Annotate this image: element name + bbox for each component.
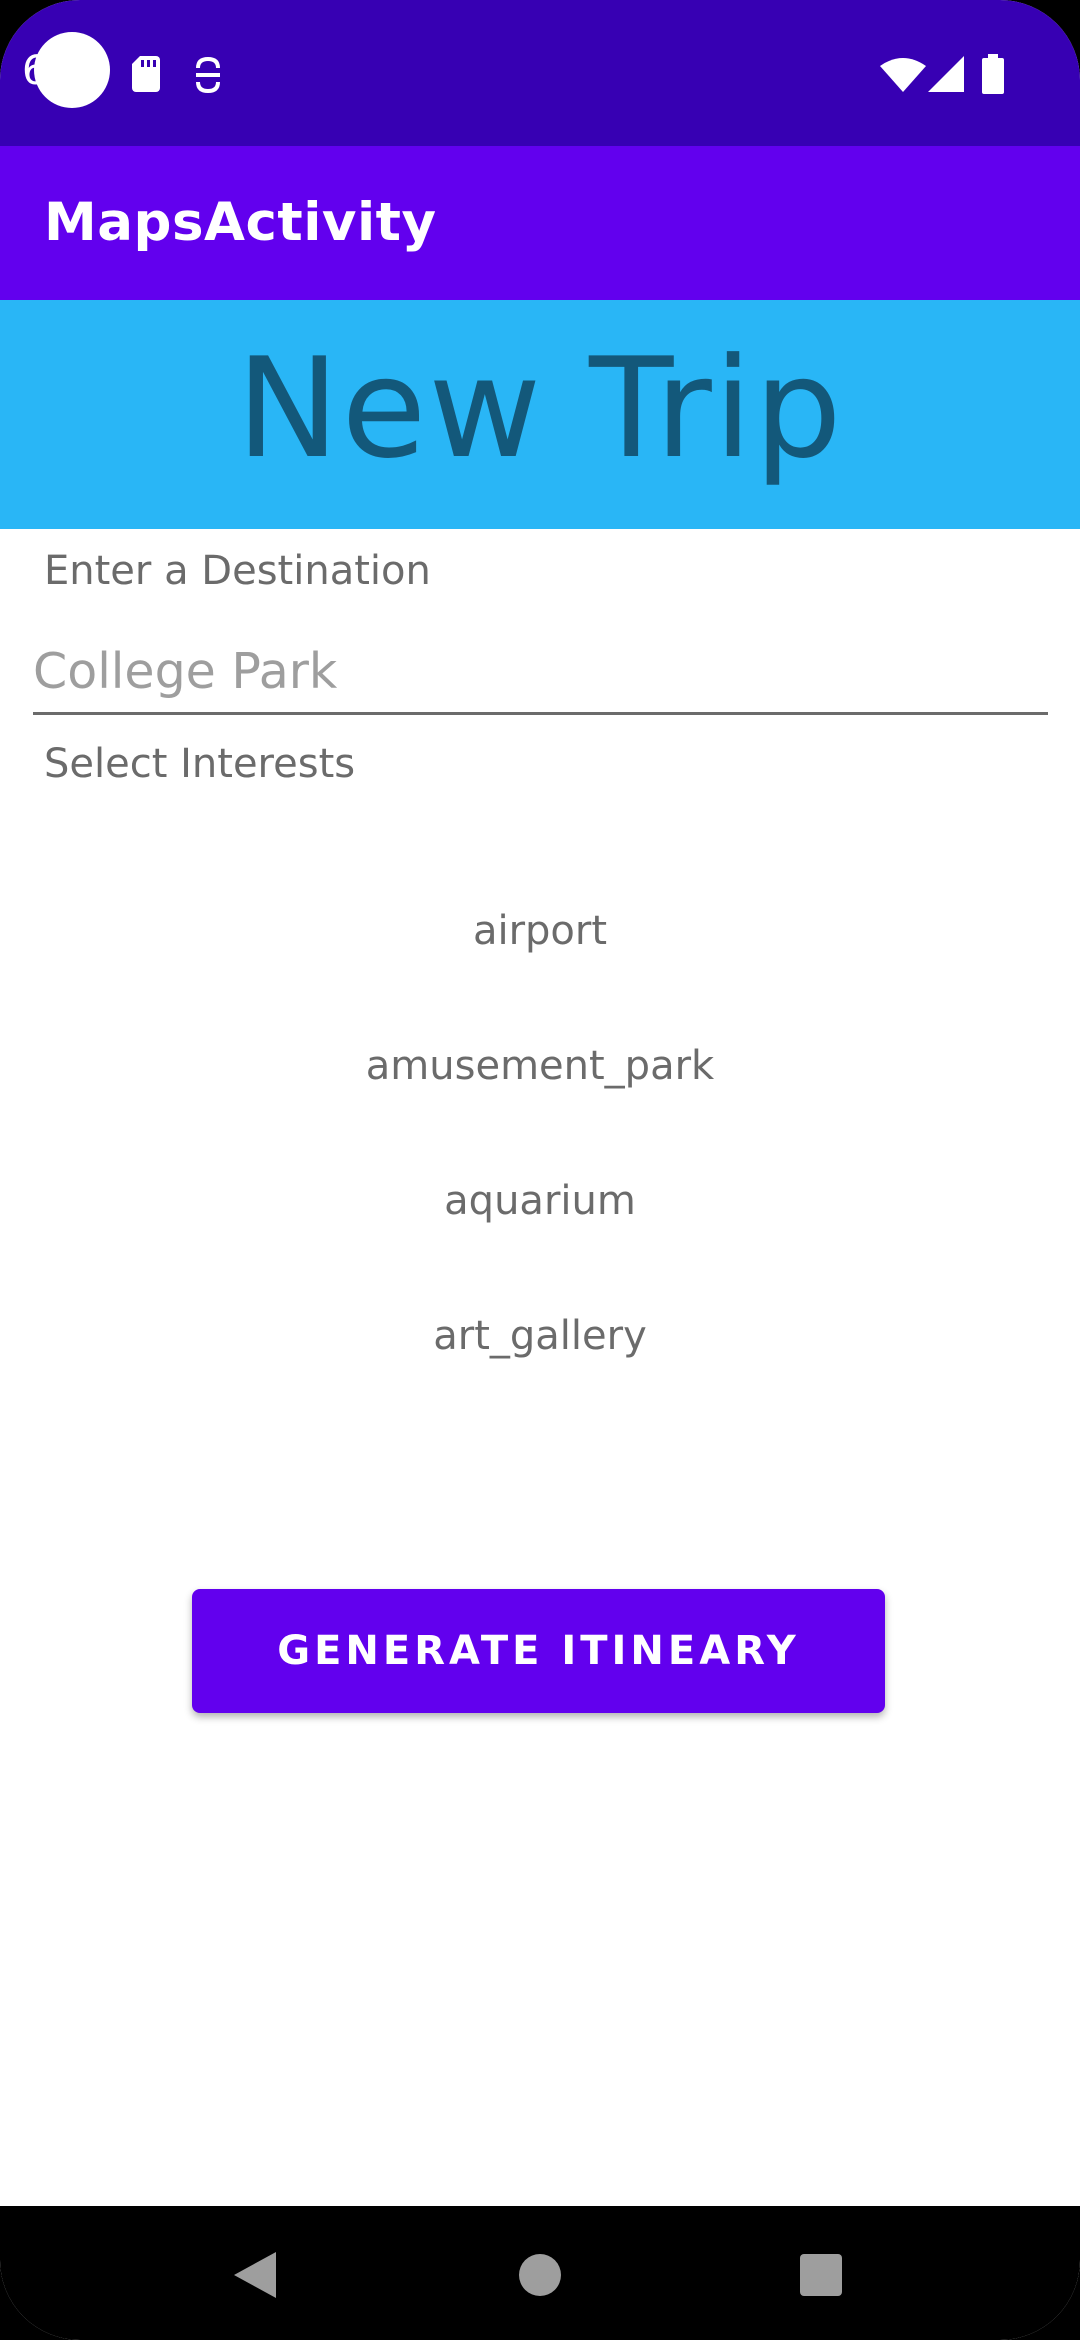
battery-icon	[982, 54, 1004, 94]
interest-item-art-gallery[interactable]: art_gallery	[0, 1313, 1080, 1359]
sd-card-icon	[132, 56, 160, 92]
wifi-icon	[880, 58, 926, 92]
destination-label: Enter a Destination	[44, 548, 431, 594]
recents-icon[interactable]	[800, 2254, 842, 2296]
back-icon[interactable]	[234, 2252, 276, 2298]
sync-badge-icon	[196, 56, 220, 94]
status-bar: 6	[0, 0, 1080, 146]
cell-signal-icon	[928, 56, 964, 92]
interest-item-aquarium[interactable]: aquarium	[0, 1178, 1080, 1224]
camera-cutout	[34, 32, 110, 108]
navigation-bar	[0, 2206, 1080, 2340]
app-bar: MapsActivity	[0, 146, 1080, 300]
phone-screen: 6 MapsActivity New Trip En	[0, 0, 1080, 2340]
interests-label: Select Interests	[44, 741, 356, 787]
page-title: New Trip	[236, 328, 844, 489]
app-title: MapsActivity	[44, 192, 437, 253]
interest-item-amusement-park[interactable]: amusement_park	[0, 1043, 1080, 1089]
header-banner: New Trip	[0, 300, 1080, 529]
home-icon[interactable]	[519, 2254, 561, 2296]
destination-input[interactable]	[33, 630, 1048, 715]
generate-itinerary-button[interactable]: GENERATE ITINEARY	[192, 1589, 885, 1713]
interest-item-airport[interactable]: airport	[0, 908, 1080, 954]
